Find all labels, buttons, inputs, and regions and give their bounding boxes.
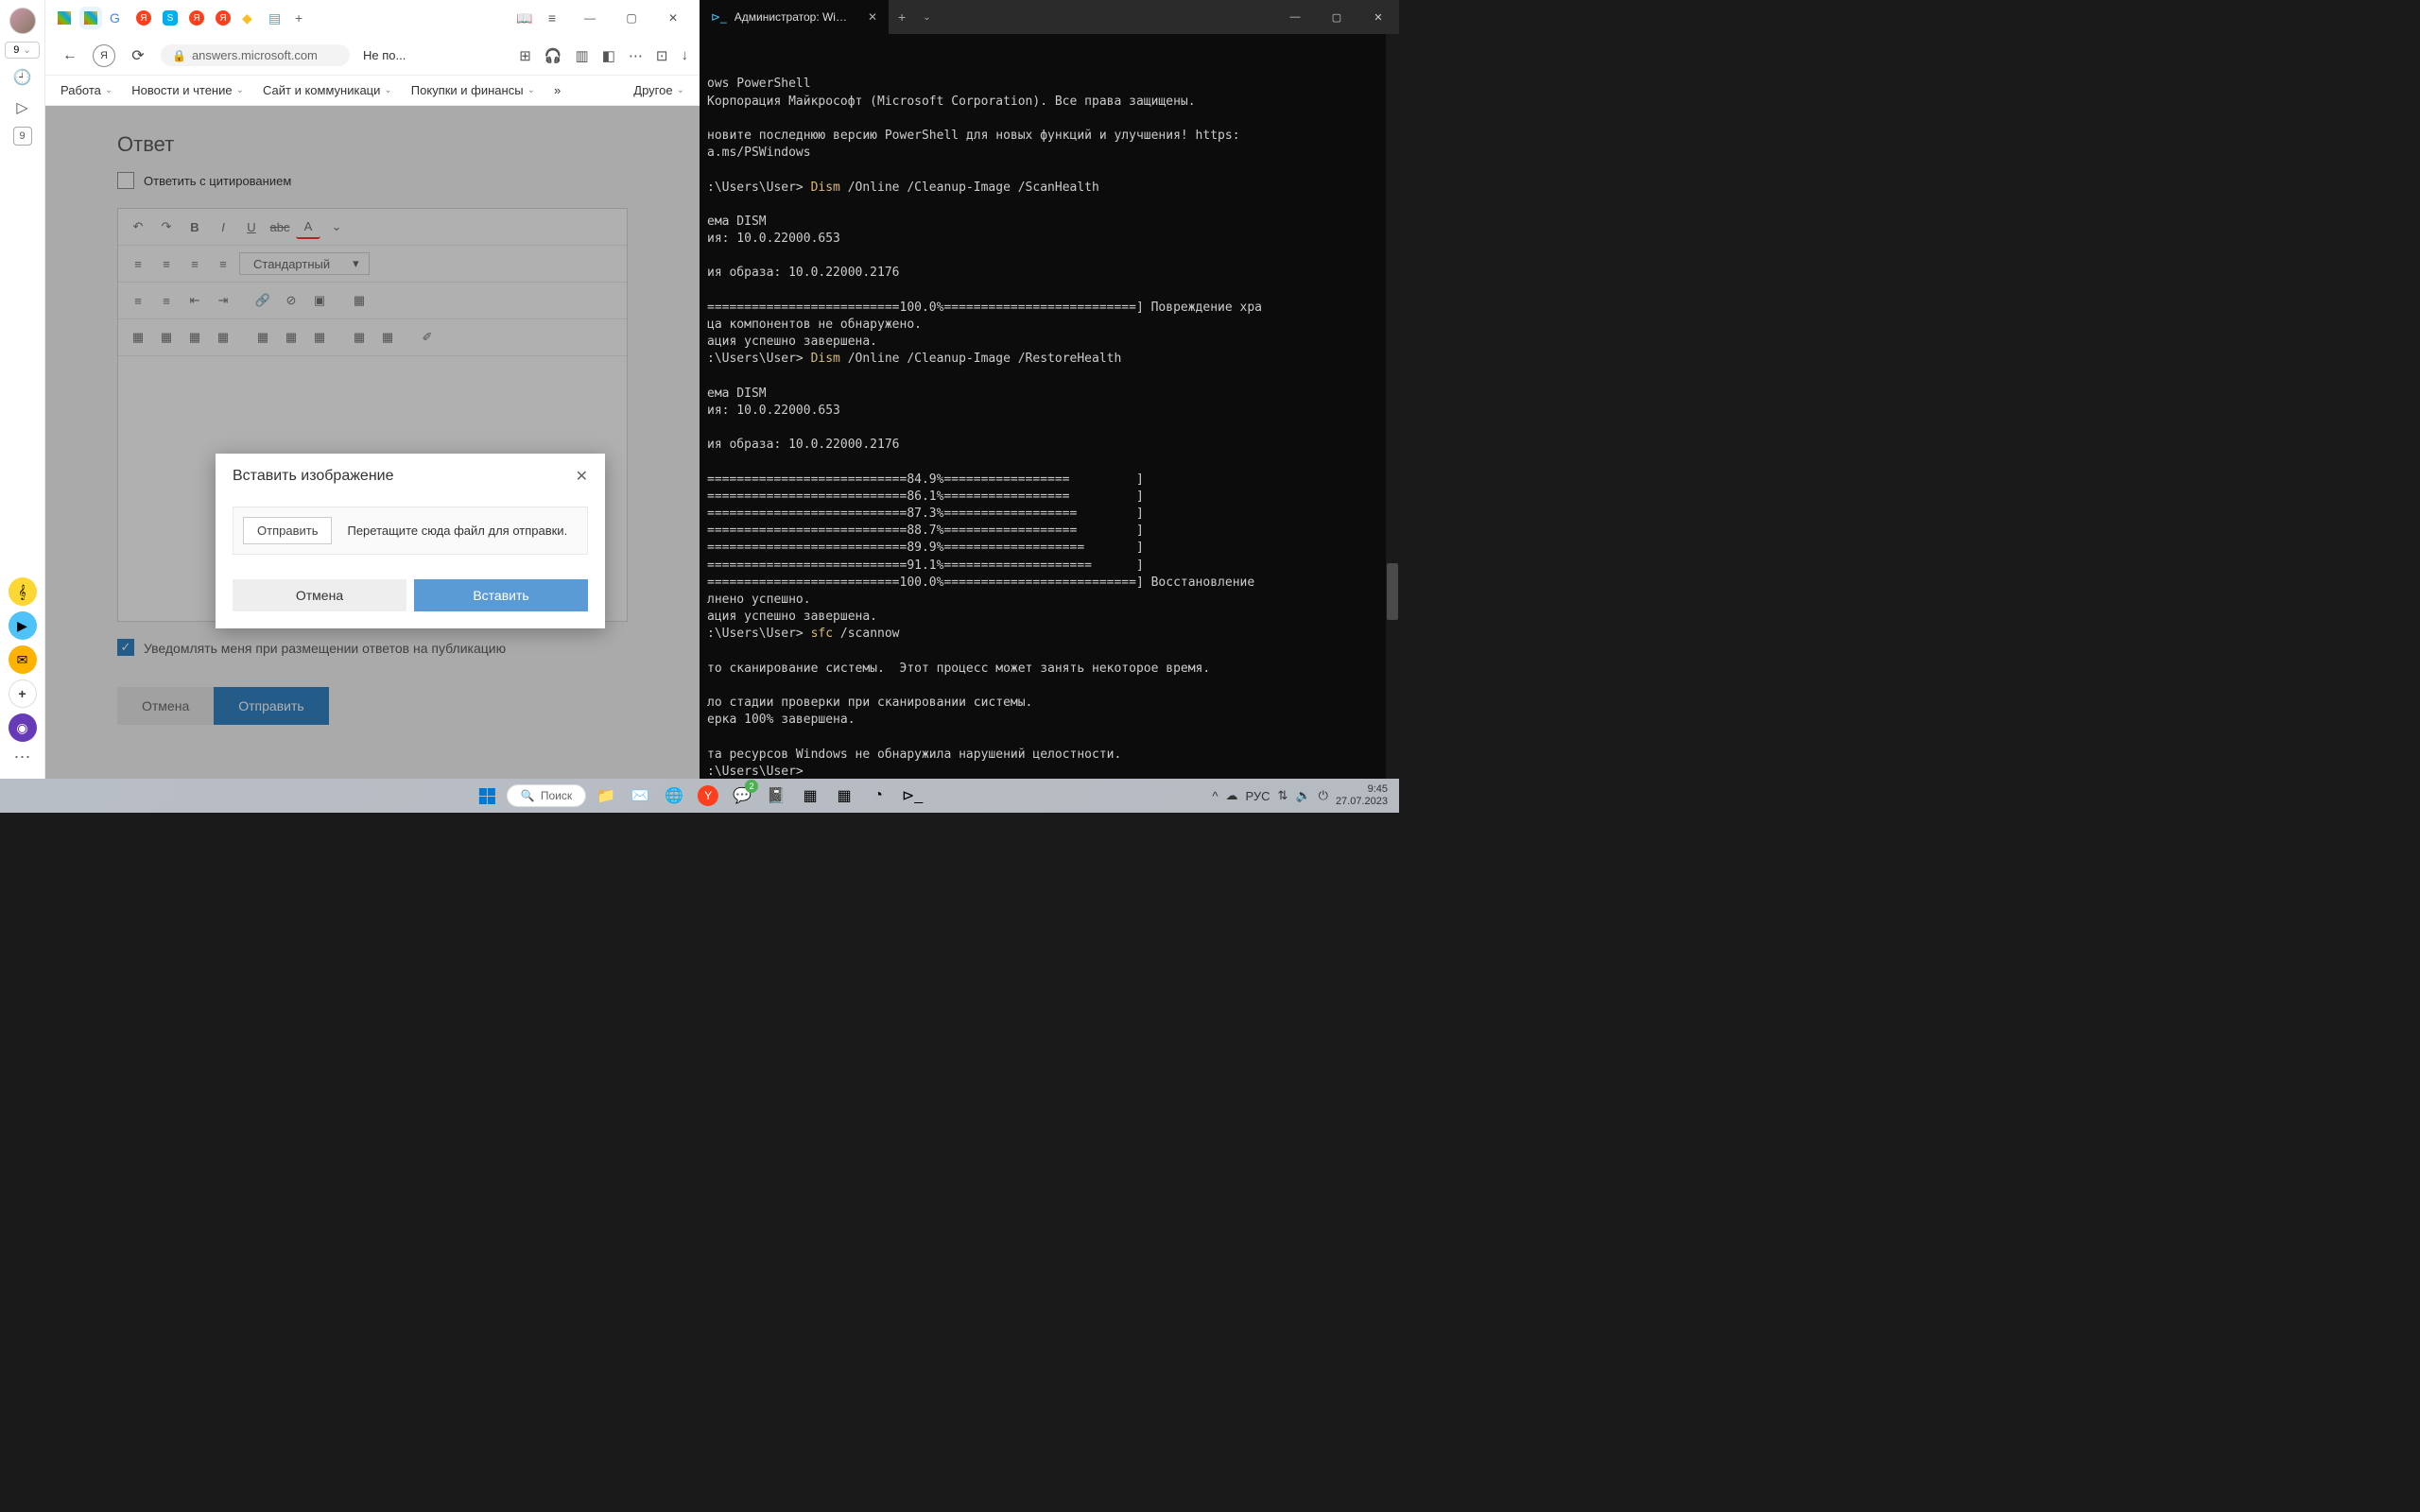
sidebar-app-mail[interactable]: ✉ <box>9 645 37 674</box>
task-mail[interactable]: ✉️ <box>626 782 654 810</box>
play-icon[interactable]: ▷ <box>11 96 34 119</box>
browser-main: G Я S Я Я ◆ ▤ + 📖 ≡ — ▢ ✕ ← Я ⟳ 🔒 <box>45 0 700 779</box>
sidebar-overflow-icon[interactable]: ⋯ <box>14 747 31 767</box>
task-app-1[interactable]: ▦ <box>796 782 824 810</box>
upload-button[interactable]: Отправить <box>243 517 332 544</box>
task-explorer[interactable]: 📁 <box>592 782 620 810</box>
dialog-overlay <box>45 106 700 779</box>
task-app-3[interactable]: ◔ <box>864 782 892 810</box>
apps-icon[interactable]: ⊞ <box>519 47 531 64</box>
tab-google[interactable]: G <box>106 7 129 29</box>
search-icon: 🔍 <box>521 789 535 802</box>
terminal-titlebar: ⊳_ Администратор: Windows Pc ✕ + ⌄ — ▢ ✕ <box>700 0 1399 34</box>
dialog-insert-button[interactable]: Вставить <box>414 579 588 611</box>
reload-button[interactable]: ⟳ <box>125 43 151 69</box>
browser-sidebar: 9⌄ 🕘 ▷ 9 𝄞 ▶ ✉ + ◉ ⋯ <box>0 0 45 779</box>
dialog-cancel-button[interactable]: Отмена <box>233 579 406 611</box>
tab-ms-active[interactable] <box>79 7 102 29</box>
terminal-minimize[interactable]: — <box>1274 0 1316 34</box>
terminal-window: ⊳_ Администратор: Windows Pc ✕ + ⌄ — ▢ ✕… <box>700 0 1399 779</box>
terminal-scrollbar[interactable] <box>1386 34 1399 779</box>
home-button[interactable]: Я <box>93 44 115 67</box>
terminal-maximize[interactable]: ▢ <box>1316 0 1357 34</box>
bookmark-work[interactable]: Работа⌄ <box>60 83 112 97</box>
page-title: Не по... <box>363 48 406 62</box>
tab-strip: G Я S Я Я ◆ ▤ + 📖 ≡ — ▢ ✕ <box>45 0 700 36</box>
extensions-icon[interactable]: ⊡ <box>656 47 668 64</box>
tab-skype[interactable]: S <box>159 7 182 29</box>
tab-yandex-2[interactable]: Я <box>185 7 208 29</box>
taskbar-search[interactable]: 🔍Поиск <box>507 784 586 807</box>
bookmark-bar: Работа⌄ Новости и чтение⌄ Сайт и коммуни… <box>45 76 700 106</box>
url-field[interactable]: 🔒 answers.microsoft.com <box>161 44 350 66</box>
insert-image-dialog: Вставить изображение ✕ Отправить Перетащ… <box>216 454 605 628</box>
terminal-tab-dropdown[interactable]: ⌄ <box>915 12 938 23</box>
reader-icon[interactable]: 📖 <box>516 10 532 26</box>
tab-doc[interactable]: ▤ <box>265 7 287 29</box>
menu-icon[interactable]: ≡ <box>548 10 556 26</box>
tray-overflow[interactable]: ^ <box>1212 789 1218 803</box>
start-button[interactable] <box>473 782 501 810</box>
avatar[interactable] <box>9 8 36 34</box>
bookmark-site[interactable]: Сайт и коммуникаци⌄ <box>263 83 392 97</box>
powershell-icon: ⊳_ <box>711 10 727 24</box>
terminal-tab[interactable]: ⊳_ Администратор: Windows Pc ✕ <box>700 0 889 34</box>
url-text: answers.microsoft.com <box>192 48 318 62</box>
back-button[interactable]: ← <box>57 43 83 69</box>
tray-onedrive[interactable]: ☁ <box>1226 788 1238 803</box>
sidebar-add-button[interactable]: + <box>9 679 37 708</box>
bookmark-finance[interactable]: Покупки и финансы⌄ <box>411 83 535 97</box>
new-tab-button[interactable]: + <box>291 7 314 29</box>
tab-ms-1[interactable] <box>53 7 76 29</box>
dialog-title: Вставить изображение <box>233 468 394 485</box>
bookmark-more[interactable]: » <box>554 83 561 97</box>
terminal-new-tab[interactable]: + <box>889 9 915 25</box>
task-yandex[interactable]: Y <box>694 782 722 810</box>
download-icon[interactable]: ↓ <box>682 47 689 63</box>
lock-icon: 🔒 <box>172 49 186 62</box>
terminal-tab-title: Администратор: Windows Pc <box>735 10 853 24</box>
close-button[interactable]: ✕ <box>654 3 692 33</box>
maximize-button[interactable]: ▢ <box>613 3 650 33</box>
reader-mode-icon[interactable]: ▥ <box>576 47 589 64</box>
browser-window: 9⌄ 🕘 ▷ 9 𝄞 ▶ ✉ + ◉ ⋯ G Я S Я Я ◆ ▤ + 📖 ≡ <box>0 0 700 779</box>
address-bar: ← Я ⟳ 🔒 answers.microsoft.com Не по... ⊞… <box>45 36 700 76</box>
sidebar-app-music[interactable]: 𝄞 <box>9 577 37 606</box>
terminal-close[interactable]: ✕ <box>1357 0 1399 34</box>
tab-count-badge[interactable]: 9⌄ <box>5 42 40 59</box>
page-content: Ответ Ответить с цитированием ↶ ↷ B I U … <box>45 106 700 779</box>
tab-yandex-1[interactable]: Я <box>132 7 155 29</box>
taskbar-clock[interactable]: 9:45 27.07.2023 <box>1336 783 1388 808</box>
task-edge[interactable]: 🌐 <box>660 782 688 810</box>
dialog-close-button[interactable]: ✕ <box>576 467 588 486</box>
task-whatsapp[interactable]: 💬2 <box>728 782 756 810</box>
tray-volume[interactable]: 🔊 <box>1295 788 1310 803</box>
tray-lang[interactable]: РУС <box>1246 789 1270 803</box>
tab-yandex-3[interactable]: Я <box>212 7 234 29</box>
terminal-tab-close[interactable]: ✕ <box>868 10 877 24</box>
bookmark-news[interactable]: Новости и чтение⌄ <box>131 83 244 97</box>
task-app-2[interactable]: ▦ <box>830 782 858 810</box>
terminal-scroll-thumb[interactable] <box>1387 563 1398 620</box>
tab-star[interactable]: ◆ <box>238 7 261 29</box>
tray-wifi[interactable]: ⇅ <box>1278 788 1288 803</box>
clock-icon[interactable]: 🕘 <box>11 66 34 89</box>
sidebar-app-kino[interactable]: ▶ <box>9 611 37 640</box>
bookmark-other[interactable]: Другое⌄ <box>633 83 684 97</box>
sidebar-app-alisa[interactable]: ◉ <box>9 713 37 742</box>
tab-number-icon[interactable]: 9 <box>13 127 32 146</box>
upload-hint: Перетащите сюда файл для отправки. <box>347 524 567 538</box>
tray-power[interactable]: ⏻ <box>1319 788 1328 803</box>
task-notion[interactable]: 📓 <box>762 782 790 810</box>
task-terminal[interactable]: ⊳_ <box>898 782 926 810</box>
terminal-body[interactable]: ows PowerShellКорпорация Майкрософт (Mic… <box>700 34 1399 779</box>
overflow-icon[interactable]: ⋯ <box>629 47 643 64</box>
headphones-icon[interactable]: 🎧 <box>544 47 562 64</box>
taskbar: 🔍Поиск 📁 ✉️ 🌐 Y 💬2 📓 ▦ ▦ ◔ ⊳_ ^ ☁ РУС ⇅ … <box>0 779 1399 813</box>
bookmark-icon[interactable]: ◧ <box>602 47 615 64</box>
minimize-button[interactable]: — <box>571 3 609 33</box>
upload-dropzone[interactable]: Отправить Перетащите сюда файл для отпра… <box>233 507 588 555</box>
